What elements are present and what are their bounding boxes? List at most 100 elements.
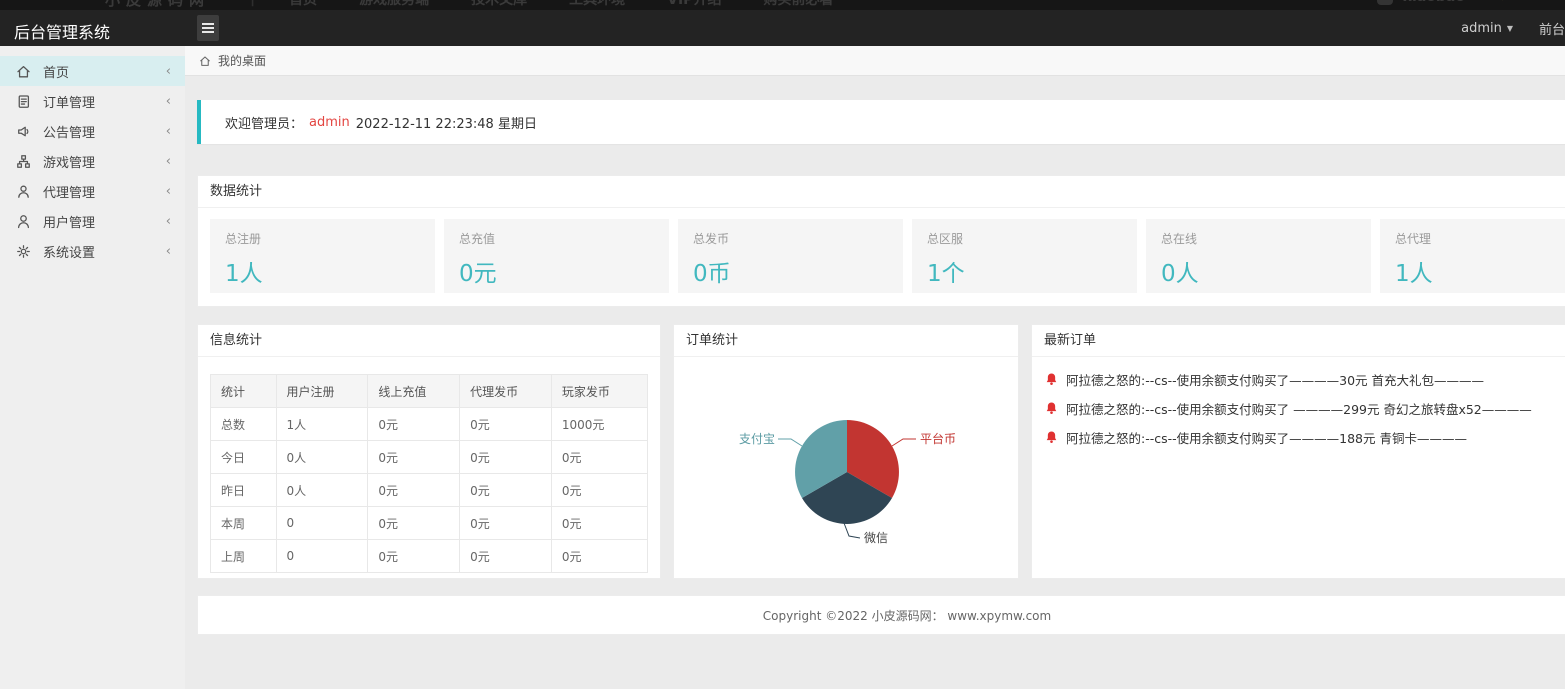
stat-card: 总注册 1人 — [210, 219, 435, 293]
latest-orders-title: 最新订单 — [1032, 325, 1565, 357]
table-cell: 总数 — [211, 408, 277, 441]
sidebar-toggle-button[interactable] — [197, 15, 219, 41]
background-nav-item: VIP介绍 — [667, 0, 721, 9]
info-statistics-panel: 信息统计 统计用户注册线上充值代理发币玩家发币 总数1人0元0元1000元今日0… — [197, 324, 661, 579]
table-cell: 1000元 — [551, 408, 647, 441]
bell-icon — [1044, 372, 1059, 387]
sidebar-item-label: 订单管理 — [43, 92, 95, 111]
breadcrumb: 我的桌面 — [185, 46, 1565, 76]
chevron-left-icon: ‹ — [166, 64, 171, 79]
stat-card-value: 1人 — [1395, 254, 1565, 288]
table-cell: 0人 — [276, 441, 368, 474]
background-site-nav: 首页游戏服务端技术文库工具环境VIP介绍购买前必看 — [289, 0, 833, 9]
table-header-cell: 玩家发币 — [551, 375, 647, 408]
order-icon — [15, 93, 32, 110]
chevron-left-icon: ‹ — [166, 154, 171, 169]
table-cell: 0元 — [368, 540, 460, 573]
copyright-footer: Copyright ©2022 小皮源码网： www.xpymw.com — [197, 595, 1565, 635]
stat-card-label: 总注册 — [225, 230, 420, 247]
table-cell: 0元 — [368, 408, 460, 441]
table-header-cell: 统计 — [211, 375, 277, 408]
order-statistics-panel: 订单统计 支付宝 平台币 微信 — [673, 324, 1019, 579]
table-cell: 0元 — [460, 507, 552, 540]
background-site-username: xiaobao — [1403, 0, 1465, 5]
stat-card: 总在线 0人 — [1146, 219, 1371, 293]
order-text: 阿拉德之怒的:--cs--使用余额支付购买了————30元 首充大礼包———— — [1066, 370, 1484, 389]
bell-icon — [1044, 401, 1059, 416]
data-statistics-panel: 数据统计 总注册 1人 总充值 0元 总发币 0币总区服1个 总在线 0人 总代理 1人 — [197, 175, 1565, 307]
admin-username: admin — [1461, 21, 1502, 36]
sidebar: 首页‹订单管理‹公告管理‹游戏管理‹代理管理‹用户管理‹系统设置‹ — [0, 46, 185, 689]
sidebar-item-label: 游戏管理 — [43, 152, 95, 171]
frontend-link[interactable]: 前台 — [1539, 19, 1565, 38]
table-cell: 0元 — [551, 540, 647, 573]
stat-cards-row: 总注册 1人 总充值 0元 总发币 0币总区服1个 总在线 0人 总代理 1人 — [198, 208, 1565, 306]
search-icon — [1491, 0, 1505, 6]
sidebar-item-label: 首页 — [43, 62, 69, 81]
chevron-left-icon: ‹ — [166, 244, 171, 259]
bell-icon — [1044, 430, 1059, 445]
sidebar-item-announcement[interactable]: 公告管理‹ — [0, 116, 185, 146]
stat-card-label: 总区服 — [927, 230, 1122, 247]
avatar — [1377, 0, 1393, 5]
background-nav-item: 游戏服务端 — [359, 0, 429, 9]
stat-card-label: 总代理 — [1395, 230, 1565, 247]
table-cell: 0元 — [460, 474, 552, 507]
user-icon — [15, 213, 32, 230]
order-pie-chart: 支付宝 平台币 微信 — [674, 357, 1018, 580]
table-header-cell: 代理发币 — [460, 375, 552, 408]
sidebar-item-user[interactable]: 用户管理‹ — [0, 206, 185, 236]
stat-card-value: 1人 — [225, 254, 420, 288]
stat-card-label: 总发币 — [693, 230, 888, 247]
stat-card-label: 总在线 — [1161, 230, 1356, 247]
sidebar-item-home[interactable]: 首页 ‹ — [0, 56, 185, 86]
background-nav-item: 首页 — [289, 0, 317, 9]
background-site-strip: 小皮源码网 | 首页游戏服务端技术文库工具环境VIP介绍购买前必看 xiaoba… — [0, 0, 1565, 10]
info-statistics-table: 统计用户注册线上充值代理发币玩家发币 总数1人0元0元1000元今日0人0元0元… — [210, 374, 648, 573]
stat-card: 总区服1个 — [912, 219, 1137, 293]
order-text: 阿拉德之怒的:--cs--使用余额支付购买了————188元 青铜卡———— — [1066, 428, 1467, 447]
sidebar-item-order[interactable]: 订单管理‹ — [0, 86, 185, 116]
latest-orders-list: 阿拉德之怒的:--cs--使用余额支付购买了————30元 首充大礼包———— 阿… — [1032, 357, 1565, 470]
admin-user-menu[interactable]: admin ▼ — [1461, 21, 1513, 36]
stat-card: 总充值 0元 — [444, 219, 669, 293]
home-icon — [15, 63, 32, 80]
welcome-datetime: 2022-12-11 22:23:48 星期日 — [356, 113, 537, 132]
table-cell: 0元 — [551, 507, 647, 540]
background-site-divider: | — [250, 0, 255, 7]
settings-icon — [15, 243, 32, 260]
sidebar-item-label: 系统设置 — [43, 242, 95, 261]
sidebar-item-label: 用户管理 — [43, 212, 95, 231]
top-header: 后台管理系统 admin ▼ 前台 — [0, 10, 1565, 46]
table-cell: 本周 — [211, 507, 277, 540]
sidebar-item-agent[interactable]: 代理管理‹ — [0, 176, 185, 206]
background-nav-item: 技术文库 — [471, 0, 527, 9]
copyright-text: Copyright ©2022 小皮源码网： www.xpymw.com — [763, 607, 1051, 624]
stat-card-value: 0元 — [459, 254, 654, 288]
table-row: 上周00元0元0元 — [211, 540, 648, 573]
data-statistics-title: 数据统计 — [198, 176, 1565, 208]
order-list-item: 阿拉德之怒的:--cs--使用余额支付购买了 ————299元 奇幻之旅转盘x5… — [1044, 399, 1565, 418]
table-cell: 0元 — [460, 408, 552, 441]
order-text: 阿拉德之怒的:--cs--使用余额支付购买了 ————299元 奇幻之旅转盘x5… — [1066, 399, 1532, 418]
sidebar-item-game[interactable]: 游戏管理 ‹ — [0, 146, 185, 176]
stat-card-value: 0币 — [693, 254, 888, 288]
stat-card: 总代理 1人 — [1380, 219, 1565, 293]
table-cell: 上周 — [211, 540, 277, 573]
order-list-item: 阿拉德之怒的:--cs--使用余额支付购买了————30元 首充大礼包———— — [1044, 370, 1565, 389]
sidebar-item-settings[interactable]: 系统设置 ‹ — [0, 236, 185, 266]
page-title: 后台管理系统 — [14, 19, 110, 43]
table-cell: 0人 — [276, 474, 368, 507]
chevron-left-icon: ‹ — [166, 184, 171, 199]
stat-card-label: 总充值 — [459, 230, 654, 247]
stat-card-value: 0人 — [1161, 254, 1356, 288]
pie-label-alipay: 支付宝 — [739, 432, 775, 446]
stat-card: 总发币 0币 — [678, 219, 903, 293]
game-icon — [15, 153, 32, 170]
agent-icon — [15, 183, 32, 200]
table-cell: 1人 — [276, 408, 368, 441]
table-cell: 0元 — [368, 441, 460, 474]
table-header-cell: 用户注册 — [276, 375, 368, 408]
welcome-prefix: 欢迎管理员： — [225, 113, 303, 132]
sidebar-item-label: 公告管理 — [43, 122, 95, 141]
